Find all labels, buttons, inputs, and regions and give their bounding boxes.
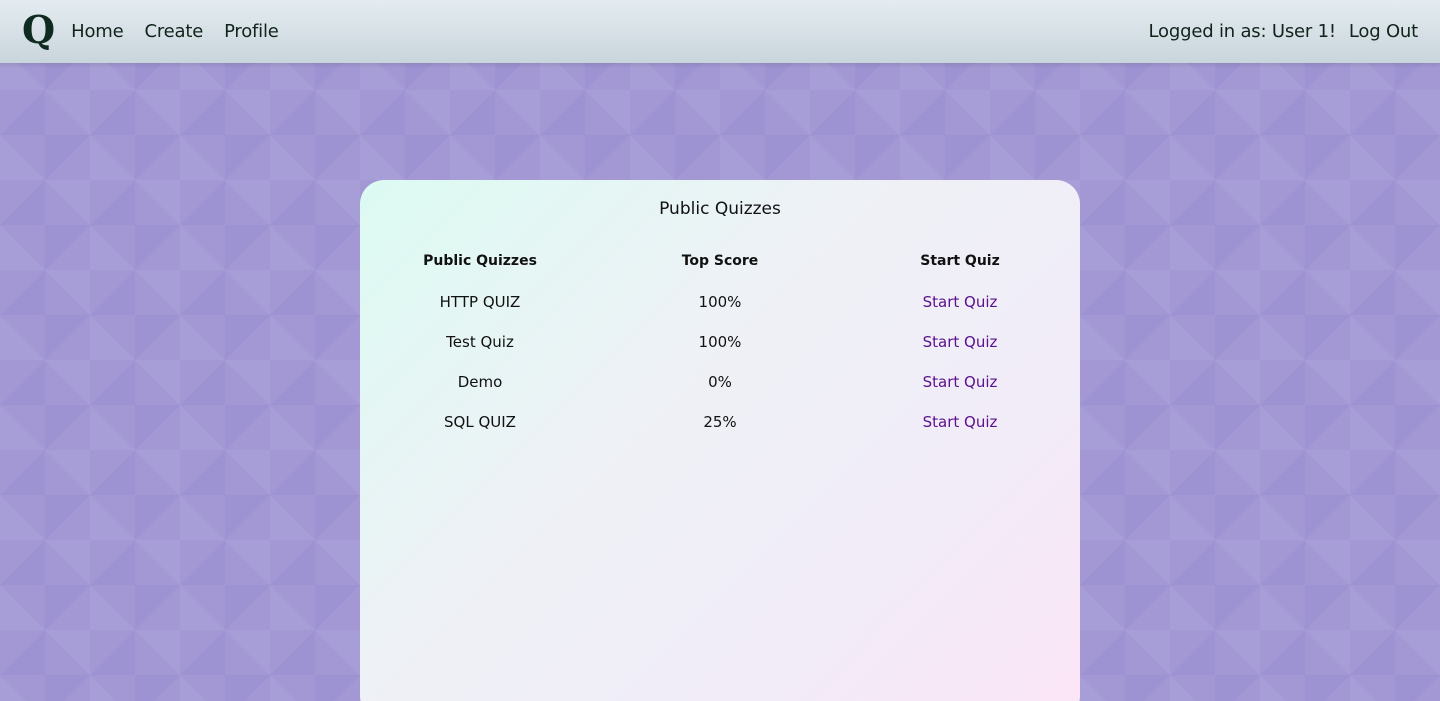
column-header-top-score: Top Score — [681, 253, 759, 269]
quiz-top-score: 0% — [708, 373, 732, 391]
nav-left: Q Home Create Profile — [22, 10, 300, 49]
start-quiz-cell: Start Quiz — [840, 322, 1080, 362]
quiz-table: Public Quizzes Top Score Start Quiz HTTP… — [360, 240, 1080, 442]
table-header-row: Public Quizzes Top Score Start Quiz — [360, 240, 1080, 282]
start-quiz-link[interactable]: Start Quiz — [923, 373, 998, 391]
table-row: SQL QUIZ 25% Start Quiz — [360, 402, 1080, 442]
card-title: Public Quizzes — [659, 199, 781, 219]
start-quiz-link[interactable]: Start Quiz — [923, 413, 998, 431]
column-header-start-quiz: Start Quiz — [920, 253, 1000, 269]
table-row: Test Quiz 100% Start Quiz — [360, 322, 1080, 362]
logout-link[interactable]: Log Out — [1349, 21, 1418, 42]
start-quiz-cell: Start Quiz — [840, 362, 1080, 402]
quiz-name: SQL QUIZ — [444, 413, 516, 431]
nav-home-link[interactable]: Home — [71, 21, 124, 42]
nav-right: Logged in as: User 1! Log Out — [1148, 21, 1419, 42]
quiz-name: Test Quiz — [446, 333, 514, 351]
quiz-name: Demo — [457, 373, 503, 391]
nav-profile-link[interactable]: Profile — [224, 21, 279, 42]
nav-create-link[interactable]: Create — [144, 21, 203, 42]
logged-in-user-label: Logged in as: User 1! — [1148, 21, 1337, 42]
column-header-quiz: Public Quizzes — [423, 253, 537, 269]
start-quiz-cell: Start Quiz — [840, 402, 1080, 442]
logo[interactable]: Q — [22, 10, 55, 49]
quiz-top-score: 100% — [698, 293, 742, 311]
table-row: Demo 0% Start Quiz — [360, 362, 1080, 402]
start-quiz-link[interactable]: Start Quiz — [923, 293, 998, 311]
table-row: HTTP QUIZ 100% Start Quiz — [360, 282, 1080, 322]
top-navbar: Q Home Create Profile Logged in as: User… — [0, 0, 1440, 63]
quiz-name: HTTP QUIZ — [439, 293, 521, 311]
quiz-top-score: 100% — [698, 333, 742, 351]
start-quiz-cell: Start Quiz — [840, 282, 1080, 322]
quiz-top-score: 25% — [703, 413, 737, 431]
start-quiz-link[interactable]: Start Quiz — [923, 333, 998, 351]
public-quizzes-card: Public Quizzes Public Quizzes Top Score … — [360, 180, 1080, 701]
